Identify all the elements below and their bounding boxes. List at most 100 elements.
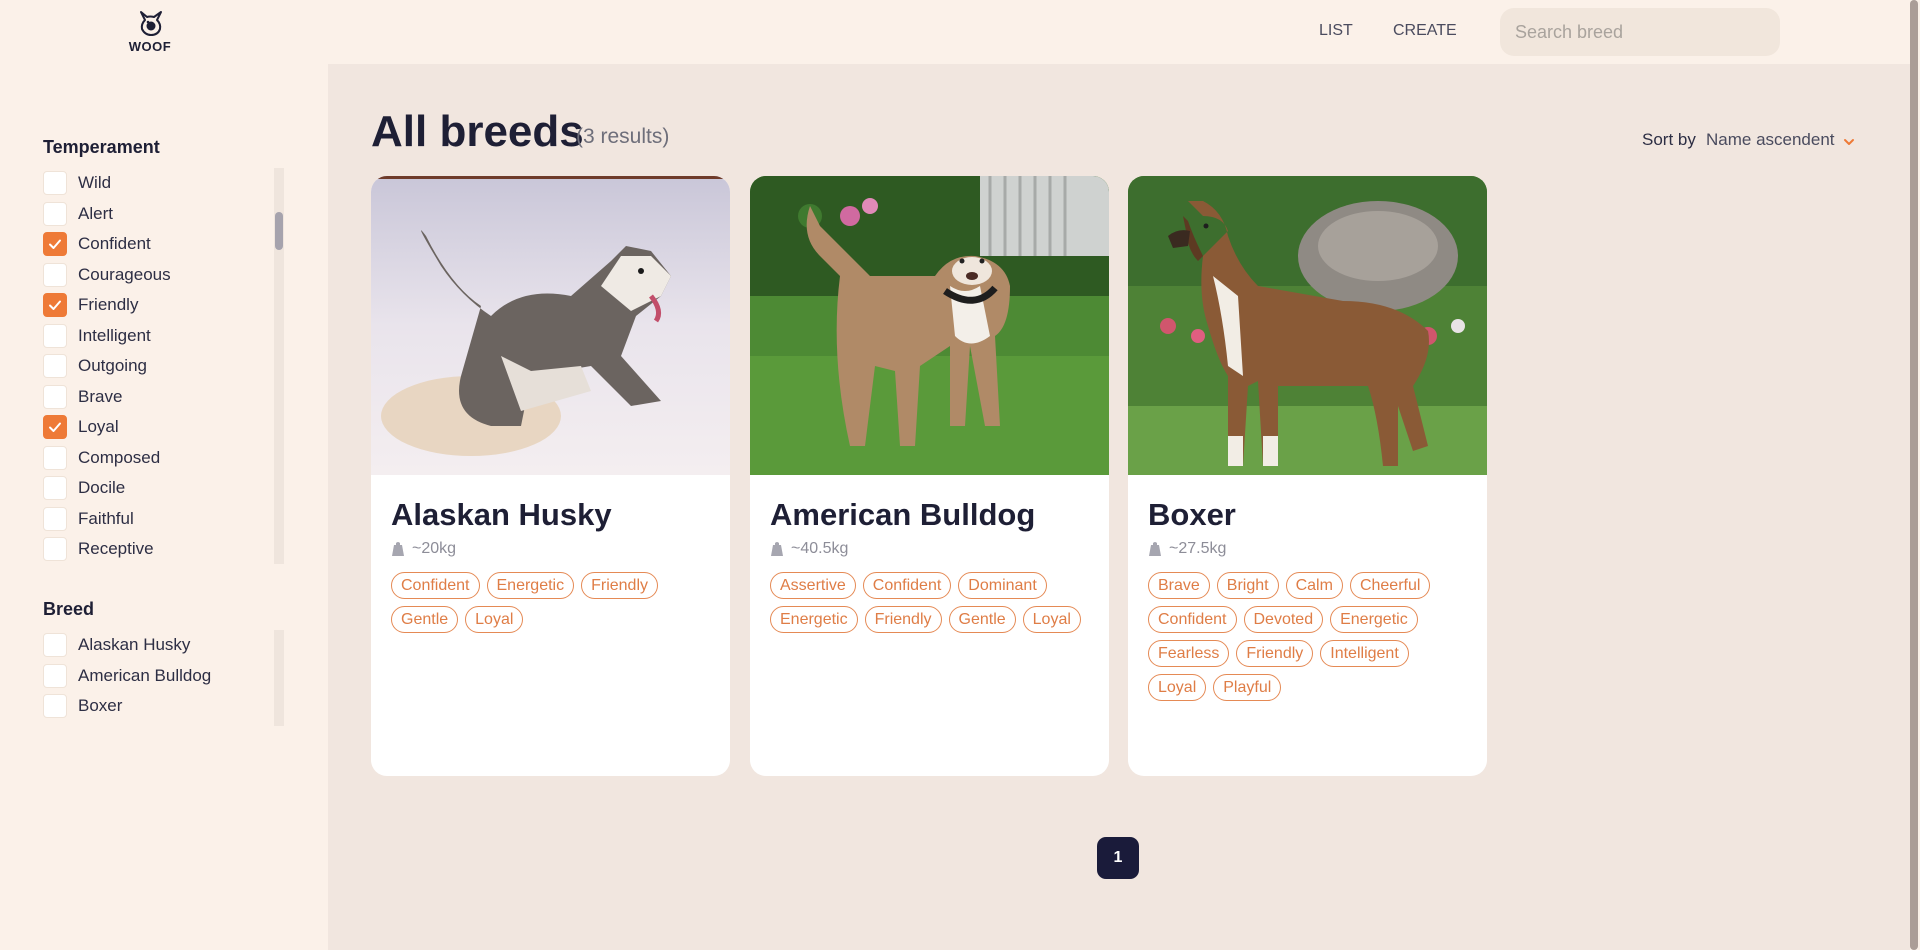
checkbox[interactable] bbox=[43, 171, 67, 196]
checkbox[interactable] bbox=[43, 415, 67, 440]
check-icon bbox=[49, 300, 61, 311]
checkbox[interactable] bbox=[43, 445, 67, 470]
checkbox[interactable] bbox=[43, 262, 67, 287]
option-label: Alert bbox=[78, 203, 113, 223]
checkbox[interactable] bbox=[43, 323, 67, 348]
weight-icon bbox=[771, 542, 783, 556]
temperament-filter-option[interactable]: Wild bbox=[43, 168, 285, 199]
temperament-tags: Assertive Confident Dominant Energetic Frien… bbox=[770, 572, 1095, 633]
weight-icon bbox=[1149, 542, 1161, 556]
check-icon bbox=[49, 422, 61, 433]
page-title: All breeds bbox=[371, 107, 584, 156]
temperament-filter-option[interactable]: Receptive bbox=[43, 534, 285, 564]
temperament-tag: Bright bbox=[1216, 572, 1279, 599]
temperament-filter-option[interactable]: Brave bbox=[43, 382, 285, 413]
temperament-tag: Loyal bbox=[1148, 674, 1207, 701]
temperament-tag: Calm bbox=[1285, 572, 1343, 599]
temperament-filter-option[interactable]: Friendly bbox=[43, 290, 285, 321]
checkbox[interactable] bbox=[43, 633, 67, 658]
pagination-page-button[interactable]: 1 bbox=[1097, 837, 1139, 879]
temperament-tag: Energetic bbox=[1330, 606, 1418, 633]
brand-logo[interactable]: WOOF bbox=[128, 8, 172, 56]
temperament-tag: Energetic bbox=[770, 606, 858, 633]
option-label: Confident bbox=[78, 234, 151, 254]
temperament-tags: Brave Bright Calm Cheerful Confident Devoted E… bbox=[1148, 572, 1473, 701]
page-scrollbar-thumb[interactable] bbox=[1910, 0, 1918, 950]
checkbox[interactable] bbox=[43, 354, 67, 379]
checkbox[interactable] bbox=[43, 201, 67, 226]
option-label: Docile bbox=[78, 478, 126, 498]
option-label: Brave bbox=[78, 386, 123, 406]
temperament-filter-option[interactable]: Alert bbox=[43, 199, 285, 230]
filter-sidebar: Temperament Wild Alert Confident Courageous… bbox=[0, 64, 328, 950]
temperament-filter-option[interactable]: Outgoing bbox=[43, 351, 285, 382]
temperament-tag: Loyal bbox=[1022, 606, 1081, 633]
temperament-filter-option[interactable]: Docile bbox=[43, 473, 285, 504]
option-label: Receptive bbox=[78, 539, 154, 559]
temperament-tag: Friendly bbox=[581, 572, 658, 599]
temperament-tag: Fearless bbox=[1148, 640, 1230, 667]
results-count: (3 results) bbox=[576, 125, 670, 148]
weight-icon bbox=[392, 542, 404, 556]
breed-card[interactable]: American Bulldog ~40.5kg Assertive Confid… bbox=[750, 176, 1109, 776]
checkbox[interactable] bbox=[43, 384, 67, 409]
temperament-filter-title: Temperament bbox=[43, 137, 160, 157]
temperament-tag: Confident bbox=[862, 572, 952, 599]
checkbox[interactable] bbox=[43, 694, 67, 719]
option-label: Friendly bbox=[78, 295, 139, 315]
breed-weight: ~40.5kg bbox=[770, 540, 848, 558]
breed-card[interactable]: Alaskan Husky ~20kg Confident Energetic Fr… bbox=[371, 176, 730, 776]
temperament-filter-list: Wild Alert Confident Courageous Friendly Inte… bbox=[43, 168, 285, 564]
temperament-tag: Devoted bbox=[1243, 606, 1324, 633]
checkbox[interactable] bbox=[43, 663, 67, 688]
temperament-scrollbar-thumb[interactable] bbox=[275, 212, 283, 250]
temperament-tag: Friendly bbox=[864, 606, 942, 633]
temperament-filter-option[interactable]: Faithful bbox=[43, 504, 285, 535]
breed-weight: ~27.5kg bbox=[1148, 540, 1226, 558]
option-label: Boxer bbox=[78, 696, 123, 716]
temperament-tag: Brave bbox=[1148, 572, 1210, 599]
temperament-tag: Intelligent bbox=[1320, 640, 1409, 667]
breed-card[interactable]: Boxer ~27.5kg Brave Bright Calm Cheerful Con… bbox=[1128, 176, 1487, 776]
temperament-filter-option[interactable]: Confident bbox=[43, 229, 285, 260]
temperament-filter-option[interactable]: Intelligent bbox=[43, 321, 285, 352]
search-input[interactable] bbox=[1500, 8, 1780, 56]
dog-logo-icon bbox=[140, 11, 162, 36]
top-bar: WOOF LIST CREATE bbox=[0, 0, 1910, 64]
breed-filter-option[interactable]: American Bulldog bbox=[43, 661, 285, 692]
temperament-tag: Energetic bbox=[486, 572, 575, 599]
option-label: Alaskan Husky bbox=[78, 635, 191, 655]
breed-name: Alaskan Husky bbox=[391, 497, 612, 532]
temperament-filter-option[interactable]: Courageous bbox=[43, 260, 285, 291]
breed-photo bbox=[750, 176, 1109, 475]
sort-dropdown[interactable]: Name ascendent bbox=[1706, 130, 1835, 150]
option-label: Composed bbox=[78, 447, 161, 467]
option-label: Courageous bbox=[78, 264, 171, 284]
nav-list-link[interactable]: LIST bbox=[1319, 22, 1353, 40]
option-label: American Bulldog bbox=[78, 665, 212, 685]
temperament-tag: Friendly bbox=[1236, 640, 1314, 667]
checkbox[interactable] bbox=[43, 476, 67, 501]
breed-filter-title: Breed bbox=[43, 599, 95, 619]
temperament-tag: Confident bbox=[391, 572, 480, 599]
main-content: All breeds (3 results) Sort by Name asce… bbox=[328, 64, 1910, 950]
breed-filter-option[interactable]: Boxer bbox=[43, 691, 285, 722]
nav-create-link[interactable]: CREATE bbox=[1393, 22, 1457, 40]
temperament-tag: Cheerful bbox=[1349, 572, 1431, 599]
temperament-filter-option[interactable]: Loyal bbox=[43, 412, 285, 443]
checkbox[interactable] bbox=[43, 293, 67, 318]
checkbox[interactable] bbox=[43, 537, 67, 562]
breed-name: Boxer bbox=[1148, 497, 1236, 532]
option-label: Outgoing bbox=[78, 356, 147, 376]
checkbox[interactable] bbox=[43, 232, 67, 257]
breed-filter-option[interactable]: Alaskan Husky bbox=[43, 630, 285, 661]
checkbox[interactable] bbox=[43, 506, 67, 531]
temperament-filter-option[interactable]: Composed bbox=[43, 443, 285, 474]
breed-weight-value: ~40.5kg bbox=[791, 540, 849, 557]
temperament-tag: Loyal bbox=[465, 606, 524, 633]
breed-scrollbar[interactable] bbox=[274, 630, 284, 726]
option-label: Intelligent bbox=[78, 325, 151, 345]
temperament-tag: Confident bbox=[1148, 606, 1237, 633]
option-label: Loyal bbox=[78, 417, 119, 437]
chevron-down-icon[interactable] bbox=[1842, 135, 1856, 149]
